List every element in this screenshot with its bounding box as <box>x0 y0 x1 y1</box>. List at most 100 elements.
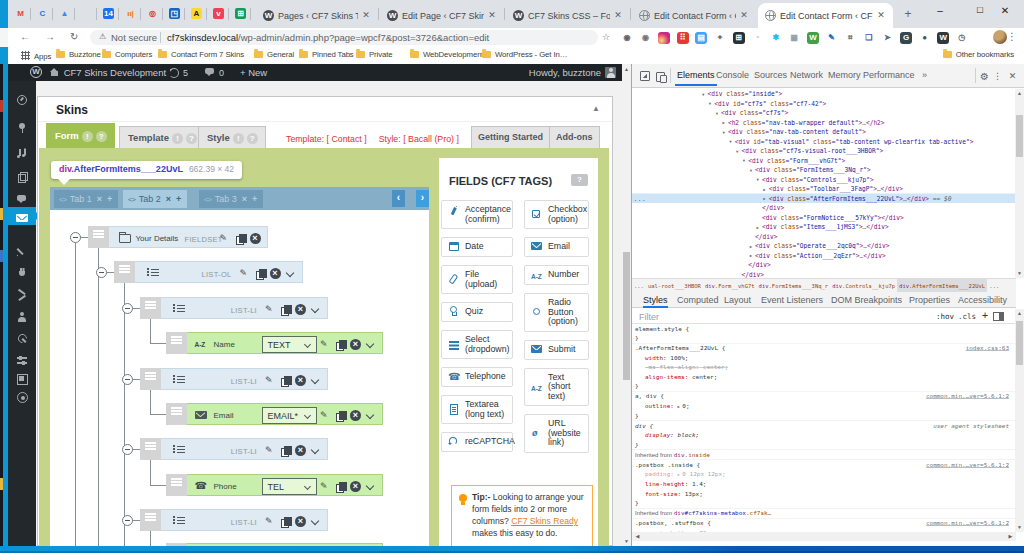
devtools-menu-icon[interactable]: ⋮ <box>991 70 1004 83</box>
filter-input[interactable]: Filter <box>639 312 659 322</box>
breadcrumb-item[interactable]: ual-root___3HBOR <box>646 279 703 292</box>
duplicate-icon[interactable] <box>335 481 346 492</box>
rule-source-link[interactable]: common.min.…ver=5.6.1:2 <box>926 460 1009 470</box>
address-bar[interactable]: ⚠︎ Not secure cf7skinsdev.local/wp-admin… <box>90 30 598 45</box>
pinned-tab-blue-doc[interactable]: ◳ <box>169 8 180 19</box>
duplicate-icon[interactable] <box>235 233 246 244</box>
duplicate-icon[interactable] <box>335 339 346 350</box>
field-type-select[interactable]: TEXT <box>262 336 317 353</box>
hov-toggle[interactable]: :hov <box>936 312 954 321</box>
bookmark-folder[interactable]: Contact Form 7 Skins <box>158 50 244 63</box>
duplicate-icon[interactable] <box>280 375 291 386</box>
edit-icon[interactable]: ✎ <box>265 516 276 527</box>
drag-handle[interactable] <box>114 261 135 283</box>
tree-collapse-node[interactable] <box>70 232 81 243</box>
dom-line[interactable]: ▼<div class="FormItems___3Nq_r"> <box>632 165 1016 175</box>
tree-collapse-node[interactable] <box>122 515 133 526</box>
dom-line[interactable]: </div> <box>632 203 1016 213</box>
delete-icon[interactable] <box>350 410 361 421</box>
drag-handle[interactable] <box>140 368 161 390</box>
sidebar-icon-mail-active[interactable] <box>8 207 36 225</box>
drag-handle[interactable] <box>88 226 109 248</box>
css-property[interactable]: outline: ▶ 0; <box>635 401 1016 411</box>
css-property[interactable]: font-size: 13px; <box>635 489 1016 499</box>
sidebar-icon-users-person[interactable] <box>8 306 36 324</box>
edit-icon[interactable]: ✎ <box>320 410 331 421</box>
admin-bar-howdy[interactable]: Howdy, buzztone <box>529 67 601 78</box>
sidebar-icon-dashboard[interactable] <box>8 89 36 107</box>
delete-icon[interactable] <box>295 516 306 527</box>
rule-selector[interactable]: .AfterFormItems___22UvL { <box>635 344 1016 354</box>
styles-tab-properties[interactable]: Properties <box>909 295 950 305</box>
dom-line[interactable]: </div> <box>632 232 1016 242</box>
field-button-number[interactable]: A-ZNumber <box>524 265 589 285</box>
tree-row-list-li[interactable]: LIST-LI✎ <box>140 368 329 390</box>
drag-handle[interactable] <box>140 438 161 460</box>
new-tab-button[interactable]: + <box>901 8 915 22</box>
pinned-tab-gmail[interactable]: M <box>15 8 26 19</box>
bookmark-folder[interactable]: Buzztone <box>56 50 101 63</box>
field-button-file-upload-[interactable]: File (upload) <box>441 265 513 294</box>
delete-icon[interactable] <box>250 233 261 244</box>
pinned-tab-drive[interactable]: ▲ <box>59 8 70 19</box>
cf7-tab-style[interactable]: Style!? <box>198 126 266 148</box>
admin-bar-updates[interactable]: 5 <box>168 67 188 79</box>
extension-icon-sheet[interactable]: ▦ <box>788 32 800 44</box>
drag-handle[interactable] <box>166 403 187 425</box>
tab-nav-right[interactable]: › <box>416 190 429 207</box>
browser-menu-icon[interactable]: ⋮ <box>1007 31 1017 42</box>
page-scrollbar-thumb[interactable] <box>623 252 630 380</box>
cf7-tab-getting-started[interactable]: Getting Started <box>471 126 550 148</box>
computed-sidebar-icon[interactable] <box>993 312 1004 321</box>
drag-handle[interactable] <box>166 332 187 354</box>
postbox-toggle-icon[interactable]: ▲ <box>592 104 600 113</box>
rule-selector[interactable]: element.style { <box>635 324 1016 334</box>
tree-row-list-li[interactable]: LIST-LI✎ <box>140 509 329 531</box>
dom-line[interactable]: ▼<div id="cf7s" class="cf7-42"> <box>632 99 1016 109</box>
pinned-tab-yellow-a[interactable]: A <box>191 8 202 19</box>
back-icon[interactable]: ← <box>20 31 30 42</box>
tree-row-name[interactable]: A-ZNameTEXT✎ <box>166 332 384 354</box>
styles-hscrollbar[interactable]: ◀ ▶ <box>632 532 1016 541</box>
cf7-tab-template[interactable]: Template!? <box>119 126 205 148</box>
visual-tab-1[interactable]: <>Tab 1×+ <box>54 190 118 208</box>
delete-icon[interactable] <box>270 268 281 279</box>
tab-close-icon[interactable]: × <box>97 194 102 204</box>
drag-handle[interactable] <box>140 509 161 531</box>
edit-icon[interactable]: ✎ <box>320 481 331 492</box>
collapse-icon[interactable] <box>310 516 321 527</box>
dom-line[interactable]: ▼<div id="tab-visual" class="tab-content… <box>632 137 1016 147</box>
bookmark-star-icon[interactable]: ☆ <box>602 32 610 42</box>
breadcrumb-overflow[interactable]: ... <box>632 279 646 292</box>
sidebar-icon-pages[interactable] <box>8 166 36 184</box>
dom-line-selected[interactable]: ...▶<div class="AfterFormItems___22UvL">… <box>632 194 1016 204</box>
sidebar-icon-collapse-circle[interactable] <box>8 386 36 404</box>
visual-tab-3[interactable]: <>Tab 3×+ <box>199 190 263 208</box>
styles-tab-layout[interactable]: Layout <box>724 295 751 305</box>
extension-icon-pen-blue[interactable]: ✎ <box>826 32 838 44</box>
tab-add-icon[interactable]: + <box>107 194 112 204</box>
tab[interactable]: WCF7 Skins CSS – Folders & Fil✕ <box>506 3 630 28</box>
field-button-telephone[interactable]: Telephone <box>441 367 513 387</box>
tab-close-icon[interactable]: ✕ <box>875 9 887 21</box>
tab-close-icon[interactable]: ✕ <box>360 9 372 21</box>
tree-collapse-node[interactable] <box>122 303 133 314</box>
styles-tab-event-listeners[interactable]: Event Listeners <box>761 295 823 305</box>
tab[interactable]: WEdit Page ‹ CF7 Skins Team —✕ <box>380 3 504 28</box>
tab[interactable]: Edit Contact Form ‹ CF7 Skins✕ <box>632 3 756 28</box>
tab-close-icon[interactable]: × <box>242 194 247 204</box>
url-text[interactable]: cf7skinsdev.local/wp-admin/admin.php?pag… <box>167 32 489 43</box>
field-button-submit[interactable]: Submit <box>524 340 589 360</box>
css-property[interactable]: -ms-flex-align: center; <box>635 363 1016 373</box>
tree-row-phone[interactable]: PhoneTEL✎ <box>166 474 384 496</box>
field-button-radio-button-option-[interactable]: Radio Button (option) <box>524 293 589 332</box>
breadcrumb-item[interactable]: div.Controls__kju7p <box>830 279 897 292</box>
extension-icon-doc-blue[interactable]: ❏ <box>863 32 875 44</box>
extension-icon-mail-blue[interactable]: ▤ <box>695 32 707 44</box>
css-property[interactable]: padding: ▶ 0 12px 12px; <box>635 470 1016 480</box>
tab-add-icon[interactable]: + <box>176 194 181 204</box>
dom-line-menu-dots[interactable]: ... <box>634 194 647 204</box>
sidebar-icon-scissors[interactable] <box>8 284 36 302</box>
field-type-select[interactable]: EMAIL* <box>262 407 317 424</box>
collapse-icon[interactable] <box>310 375 321 386</box>
